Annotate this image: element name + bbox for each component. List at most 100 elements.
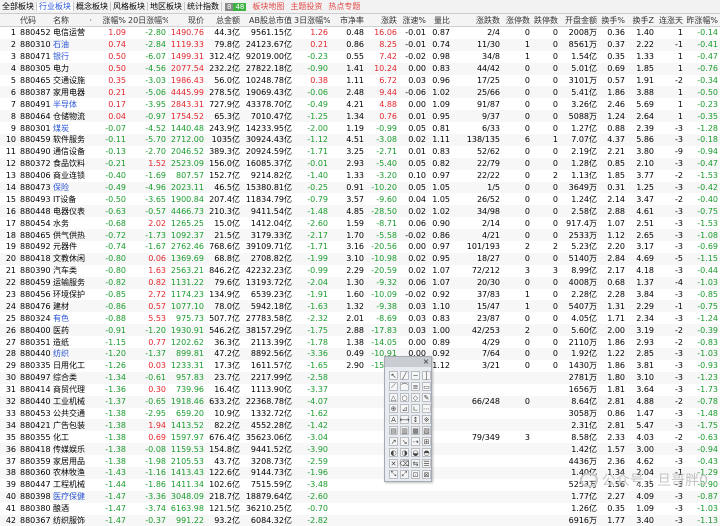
table-row[interactable]: 18 880465 供气供热 -0.72 -1.73 1092.37 21.5亿 3179.3… (0, 229, 720, 242)
extra-tab-2[interactable]: 热点专题 (325, 2, 363, 11)
column-header-1[interactable]: 代码 (18, 14, 51, 27)
draw-tool-icon-2[interactable]: ─ (411, 371, 420, 380)
table-row[interactable]: 37 880359 家居用品 -1.38 -1.98 2105.53 43.7亿 3208.7… (0, 455, 720, 467)
draw-tool-icon-18[interactable]: ↕ (411, 415, 420, 424)
table-row[interactable]: 14 880473 保险 -0.49 -4.96 2023.11 46.5亿 15380.81… (0, 181, 720, 194)
draw-tool-icon-34[interactable]: ⇆ (411, 459, 420, 468)
table-row[interactable]: 15 880493 IT设备 -0.50 -3.65 1900.84 207.4亿 11834… (0, 193, 720, 206)
column-header-14[interactable]: 涨跌数 (452, 14, 502, 27)
column-header-2[interactable]: 名称 (51, 14, 89, 27)
draw-tool-icon-13[interactable]: ⊿ (400, 404, 409, 413)
table-row[interactable]: 2 880310 石油 0.74 -2.84 1119.33 79.8亿 24123.67亿 0… (0, 38, 720, 51)
draw-tool-icon-33[interactable]: ⌫ (400, 459, 409, 468)
draw-tool-icon-12[interactable]: ⊕ (389, 404, 398, 413)
draw-tool-icon-26[interactable]: ⇢ (411, 437, 420, 446)
column-header-7[interactable]: 总金额 (206, 14, 242, 27)
table-row[interactable]: 32 880440 工业机械 -1.37 -0.65 1918.46 633.2亿 22368… (0, 395, 720, 408)
table-row[interactable]: 42 880367 纺织服饰 -1.47 -0.37 991.22 93.2亿 6084.32… (0, 514, 720, 526)
draw-tool-icon-37[interactable]: ⤢ (400, 470, 409, 479)
tab-0[interactable]: 全部板块 (0, 1, 37, 11)
table-row[interactable]: 27 880351 造纸 -1.15 0.77 1202.62 36.3亿 2113.39亿 -… (0, 336, 720, 349)
column-header-21[interactable]: 昨涨幅% (685, 14, 720, 27)
draw-tool-icon-6[interactable]: ≡ (411, 382, 420, 391)
draw-tool-icon-20[interactable]: ▤ (389, 426, 398, 435)
draw-tool-icon-10[interactable]: ◇ (411, 393, 420, 402)
draw-tool-icon-9[interactable]: ○ (400, 393, 409, 402)
column-header-0[interactable] (0, 14, 18, 27)
table-row[interactable]: 33 880453 公共交通 -1.38 -2.95 659.20 10.9亿 1332.72… (0, 407, 720, 420)
column-header-17[interactable]: 开盘金额 (560, 14, 599, 27)
column-header-6[interactable]: 现价 (168, 14, 206, 27)
table-row[interactable]: 26 880400 医药 -0.91 -1.20 1930.91 546.2亿 38157.2… (0, 324, 720, 337)
table-row[interactable]: 31 880414 商贸代理 -1.36 0.30 739.96 16.4亿 1113.90亿… (0, 383, 720, 396)
table-row[interactable]: 22 880459 运输服务 -0.82 0.82 1131.22 79.6亿 13193.7… (0, 276, 720, 289)
column-header-9[interactable]: 3日涨幅% (294, 14, 330, 27)
table-row[interactable]: 35 880355 化工 -1.38 0.69 1597.97 676.4亿 35623.06… (0, 431, 720, 444)
table-row[interactable]: 17 880454 水务 -0.68 2.02 1265.25 15.0亿 1412.04亿 -… (0, 217, 720, 230)
table-row[interactable]: 23 880456 环境保护 -0.85 2.72 1174.23 134.9亿 6539.2… (0, 288, 720, 301)
draw-tool-icon-30[interactable]: ◒ (411, 448, 420, 457)
table-row[interactable]: 16 880448 电器仪表 -0.63 -0.57 4466.73 210.3亿 9411.… (0, 205, 720, 218)
draw-tool-icon-32[interactable]: ✕ (389, 459, 398, 468)
draw-tool-icon-19[interactable]: ※ (422, 415, 431, 424)
draw-tool-icon-7[interactable]: ▭ (422, 382, 431, 391)
draw-tool-icon-1[interactable]: ╱ (400, 371, 409, 380)
column-header-13[interactable]: 量比 (428, 14, 452, 27)
draw-tool-icon-35[interactable]: ☰ (422, 459, 431, 468)
draw-tool-icon-28[interactable]: ◐ (389, 448, 398, 457)
tab-5[interactable]: 统计指数 (185, 1, 222, 11)
table-row[interactable]: 11 880490 通信设备 -0.13 -2.70 2046.52 389.3亿 20924… (0, 145, 720, 158)
draw-tool-icon-23[interactable]: ▧ (422, 426, 431, 435)
tab-3[interactable]: 风格板块 (111, 1, 148, 11)
column-header-16[interactable]: 跌停数 (532, 14, 560, 27)
table-row[interactable]: 24 880476 建材 -0.86 0.57 1077.10 78.0亿 5942.18亿 -… (0, 300, 720, 313)
draw-tool-icon-36[interactable]: ⤡ (389, 470, 398, 479)
tab-1[interactable]: 行业板块 (37, 1, 74, 11)
draw-tool-icon-21[interactable]: ▥ (400, 426, 409, 435)
draw-tool-icon-11[interactable]: ✎ (422, 393, 431, 402)
drawing-toolbar-header[interactable]: × (385, 357, 431, 367)
column-header-12[interactable]: 涨速% (399, 14, 428, 27)
table-row[interactable]: 3 880471 银行 0.50 -6.07 1499.31 312.4亿 92019.00亿… (0, 50, 720, 63)
table-row[interactable]: 34 880421 广告包装 -1.38 1.94 1413.52 82.2亿 4552.28… (0, 419, 720, 432)
tab-2[interactable]: 概念板块 (74, 1, 111, 11)
column-header-18[interactable]: 换手% (599, 14, 627, 27)
extra-tab-1[interactable]: 主题投资 (287, 2, 325, 11)
column-header-5[interactable]: 20日涨幅% (128, 14, 168, 27)
table-row[interactable]: 1 880452 电信运营 1.09 -2.80 1490.76 44.3亿 9561.15亿… (0, 26, 720, 39)
draw-tool-icon-38[interactable]: ⊡ (411, 470, 420, 479)
draw-tool-icon-4[interactable]: ⟋ (389, 382, 398, 391)
draw-tool-icon-8[interactable]: △ (389, 393, 398, 402)
close-icon[interactable]: × (421, 357, 431, 367)
drawing-toolbar[interactable]: × ↖ ╱ ─ │ ⟋ ⌒ ≡ ▭ △ ○ ◇ ✎ ⊕ ⊿ ∟ ⋯ A ⟷ ↕ ※ ▤ ▥ ▦ ▧ ↗ ↘ ⇢ ⊞ ◐ ◑ ◒ ◓ ✕ ⌫ ⇆ ☰ ⤡ ⤢… (384, 356, 432, 482)
table-row[interactable]: 25 880324 有色 -0.88 5.53 975.73 507.7亿 27783.58亿… (0, 312, 720, 325)
table-row[interactable]: 30 880497 综合类 -1.34 -0.61 957.83 23.7亿 2217.99亿… (0, 371, 720, 384)
table-row[interactable]: 13 880406 商业连锁 -0.40 -1.69 807.57 152.7亿 9214.8… (0, 169, 720, 182)
extra-tab-0[interactable]: 板块地图 (249, 2, 287, 11)
column-header-15[interactable]: 涨停数 (502, 14, 532, 27)
draw-tool-icon-25[interactable]: ↘ (400, 437, 409, 446)
draw-tool-icon-3[interactable]: │ (422, 371, 431, 380)
draw-tool-icon-22[interactable]: ▦ (411, 426, 420, 435)
column-header-8[interactable]: AB股总市值 (242, 14, 294, 27)
table-row[interactable]: 29 880335 日用化工 -1.26 0.03 1233.31 17.3亿 1611.57… (0, 359, 720, 372)
table-row[interactable]: 36 880418 传媒娱乐 -1.38 -0.08 1159.53 154.8亿 9441.… (0, 443, 720, 456)
table-row[interactable]: 10 880459 软件服务 -0.11 -5.70 2712.00 1035亿 30924.… (0, 134, 720, 146)
column-header-4[interactable]: 涨幅% (94, 14, 128, 27)
draw-tool-icon-39[interactable]: ⊠ (422, 470, 431, 479)
table-row[interactable]: 19 880492 元器件 -0.74 -1.67 2762.46 768.6亿 39109.… (0, 241, 720, 253)
table-row[interactable]: 21 880390 汽车类 -0.80 1.63 2563.21 846.2亿 42232.2… (0, 264, 720, 277)
draw-tool-icon-24[interactable]: ↗ (389, 437, 398, 446)
column-header-10[interactable]: 市净率 (330, 14, 366, 27)
draw-tool-icon-16[interactable]: A (389, 415, 398, 424)
table-row[interactable]: 28 880440 纺织 -1.20 -1.37 899.81 47.2亿 8892.56亿 -… (0, 348, 720, 360)
table-row[interactable]: 41 880380 酿酒 -1.47 -3.74 6163.98 121.5亿 36210.2… (0, 502, 720, 515)
table-row[interactable]: 12 880372 食品饮料 -0.21 1.52 2523.09 156.0亿 16085.… (0, 157, 720, 170)
draw-tool-icon-15[interactable]: ⋯ (422, 404, 431, 413)
draw-tool-icon-29[interactable]: ◑ (400, 448, 409, 457)
table-row[interactable]: 4 880305 电力 0.50 -4.56 2077.54 232.2亿 27822.18亿… (0, 62, 720, 75)
draw-tool-icon-5[interactable]: ⌒ (400, 382, 409, 391)
draw-tool-icon-31[interactable]: ◓ (422, 448, 431, 457)
draw-tool-icon-0[interactable]: ↖ (389, 371, 398, 380)
table-row[interactable]: 6 880387 家用电器 0.21 -5.06 4445.99 278.5亿 19069.4… (0, 86, 720, 99)
